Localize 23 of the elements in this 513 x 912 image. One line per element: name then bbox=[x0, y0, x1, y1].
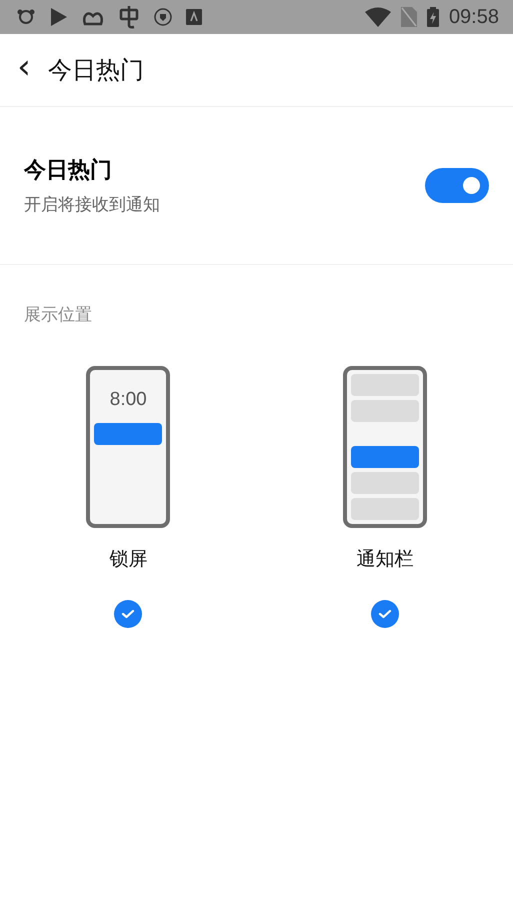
option-label: 通知栏 bbox=[356, 547, 414, 572]
app-icon bbox=[16, 9, 36, 25]
section-label: 展示位置 bbox=[23, 304, 93, 326]
battery-charging-icon bbox=[426, 7, 439, 27]
check-button[interactable] bbox=[114, 600, 142, 628]
notification-card bbox=[94, 423, 162, 445]
no-sim-icon bbox=[400, 7, 417, 27]
toggle-switch[interactable] bbox=[425, 168, 489, 203]
play-icon bbox=[50, 7, 68, 27]
preview-time: 8:00 bbox=[110, 389, 147, 411]
wifi-icon bbox=[364, 7, 391, 27]
option-label: 锁屏 bbox=[109, 547, 148, 572]
setting-title: 今日热门 bbox=[24, 156, 113, 185]
back-button[interactable]: ‹ bbox=[16, 50, 32, 84]
shield-icon bbox=[154, 8, 172, 26]
check-icon bbox=[121, 609, 136, 619]
page-title: 今日热门 bbox=[48, 55, 144, 86]
setting-description: 开启将接收到通知 bbox=[24, 194, 161, 216]
clock-time: 09:58 bbox=[448, 6, 499, 28]
check-icon bbox=[378, 609, 392, 619]
check-button[interactable] bbox=[370, 600, 399, 628]
bug-icon bbox=[118, 5, 140, 29]
app-icon bbox=[186, 9, 202, 25]
